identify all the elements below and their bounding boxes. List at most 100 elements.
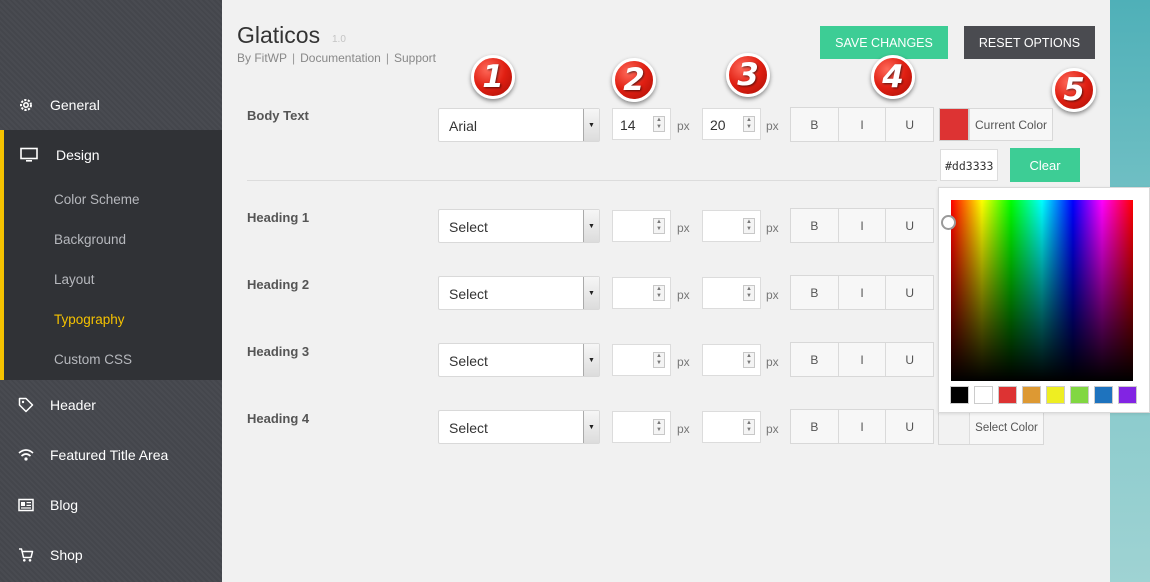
sidebar-item-header[interactable]: Header [0, 380, 222, 430]
line-height-input[interactable]: 20 ▲ ▼ [702, 108, 761, 140]
font-family-select[interactable]: Select ▼ [438, 209, 600, 243]
header-links: By FitWP | Documentation | Support [237, 51, 436, 65]
unit-label: px [677, 422, 690, 436]
bold-button[interactable]: B [791, 276, 839, 309]
font-family-value: Select [449, 353, 488, 369]
spinner-icon[interactable]: ▲ ▼ [653, 116, 665, 132]
hex-color-input[interactable]: #dd3333 [940, 149, 998, 181]
options-panel: Glaticos 1.0 By FitWP | Documentation | Supp… [222, 0, 1150, 582]
font-size-input[interactable]: ▲ ▼ [612, 411, 671, 443]
font-family-value: Select [449, 420, 488, 436]
row-label-heading-2: Heading 2 [247, 277, 310, 292]
callout-badge: 1 [471, 55, 515, 99]
row-label-heading-4: Heading 4 [247, 411, 310, 426]
spinner-icon[interactable]: ▲ ▼ [653, 352, 665, 368]
sidebar-item-general[interactable]: General [0, 80, 222, 130]
sidebar-subitem-custom-css[interactable]: Custom CSS [54, 352, 132, 367]
palette-swatch[interactable] [950, 386, 969, 404]
palette-swatch[interactable] [974, 386, 993, 404]
underline-button[interactable]: U [886, 108, 933, 141]
chevron-down-icon: ▼ [583, 210, 599, 242]
font-family-select[interactable]: Select ▼ [438, 343, 600, 377]
text-style-buttons: B I U [790, 342, 934, 377]
italic-button[interactable]: I [839, 276, 887, 309]
spinner-icon[interactable]: ▲ ▼ [743, 116, 755, 132]
underline-button[interactable]: U [886, 343, 933, 376]
chevron-down-icon: ▼ [583, 109, 599, 141]
palette-swatch[interactable] [1094, 386, 1113, 404]
sidebar-item-design[interactable]: Design [4, 130, 222, 180]
palette-swatch[interactable] [1070, 386, 1089, 404]
clear-color-button[interactable]: Clear [1010, 148, 1080, 182]
spinner-icon[interactable]: ▲ ▼ [743, 218, 755, 234]
font-size-input[interactable]: ▲ ▼ [612, 210, 671, 242]
unit-label: px [766, 119, 779, 133]
sidebar-item-shop[interactable]: Shop [0, 530, 222, 580]
underline-button[interactable]: U [886, 209, 933, 242]
line-height-input[interactable]: ▲ ▼ [702, 210, 761, 242]
italic-button[interactable]: I [839, 343, 887, 376]
font-size-input[interactable]: 14 ▲ ▼ [612, 108, 671, 140]
underline-button[interactable]: U [886, 410, 933, 443]
bold-button[interactable]: B [791, 410, 839, 443]
sidebar-subitem-color-scheme[interactable]: Color Scheme [54, 192, 140, 207]
unit-label: px [677, 221, 690, 235]
link-separator: | [292, 51, 296, 65]
text-style-buttons: B I U [790, 107, 934, 142]
line-height-input[interactable]: ▲ ▼ [702, 344, 761, 376]
spinner-icon[interactable]: ▲ ▼ [743, 419, 755, 435]
font-size-input[interactable]: ▲ ▼ [612, 277, 671, 309]
tag-icon [18, 397, 34, 413]
palette-swatch[interactable] [1118, 386, 1137, 404]
spinner-icon[interactable]: ▲ ▼ [653, 419, 665, 435]
monitor-icon [20, 147, 38, 163]
spinner-icon[interactable]: ▲ ▼ [653, 285, 665, 301]
color-spectrum[interactable] [951, 200, 1133, 381]
sidebar-item-blog[interactable]: Blog [0, 480, 222, 530]
current-color-button[interactable]: Current Color [969, 108, 1053, 141]
callout-badge: 4 [871, 55, 915, 99]
italic-button[interactable]: I [839, 108, 887, 141]
spinner-icon[interactable]: ▲ ▼ [653, 218, 665, 234]
sidebar-subitem-typography[interactable]: Typography [54, 312, 125, 327]
palette-swatch[interactable] [1022, 386, 1041, 404]
spinner-icon[interactable]: ▲ ▼ [743, 352, 755, 368]
unit-label: px [766, 221, 779, 235]
sidebar-item-featured-title-area[interactable]: Featured Title Area [0, 430, 222, 480]
support-link[interactable]: Support [394, 51, 436, 65]
sidebar: General Design Color Scheme Background L… [0, 0, 222, 582]
sidebar-subitem-background[interactable]: Background [54, 232, 126, 247]
font-size-input[interactable]: ▲ ▼ [612, 344, 671, 376]
sidebar-subitem-layout[interactable]: Layout [54, 272, 95, 287]
newspaper-icon [18, 497, 34, 513]
documentation-link[interactable]: Documentation [300, 51, 381, 65]
sidebar-item-label: Header [50, 397, 96, 413]
select-color-button[interactable]: Select Color [938, 410, 1044, 445]
bold-button[interactable]: B [791, 343, 839, 376]
line-height-input[interactable]: ▲ ▼ [702, 277, 761, 309]
font-family-value: Select [449, 286, 488, 302]
unit-label: px [766, 288, 779, 302]
bold-button[interactable]: B [791, 209, 839, 242]
palette-swatch[interactable] [998, 386, 1017, 404]
color-palette [950, 386, 1137, 404]
current-color-swatch[interactable] [939, 108, 969, 141]
italic-button[interactable]: I [839, 209, 887, 242]
color-picker-handle[interactable] [941, 215, 956, 230]
bold-button[interactable]: B [791, 108, 839, 141]
spinner-icon[interactable]: ▲ ▼ [743, 285, 755, 301]
italic-button[interactable]: I [839, 410, 887, 443]
font-family-select[interactable]: Select ▼ [438, 410, 600, 444]
palette-swatch[interactable] [1046, 386, 1065, 404]
sidebar-section-design: Design Color Scheme Background Layout Ty… [0, 130, 222, 380]
line-height-input[interactable]: ▲ ▼ [702, 411, 761, 443]
save-changes-button[interactable]: SAVE CHANGES [820, 26, 948, 59]
unit-label: px [677, 288, 690, 302]
font-size-value: 14 [620, 117, 636, 133]
font-family-select[interactable]: Arial ▼ [438, 108, 600, 142]
chevron-down-icon: ▼ [583, 344, 599, 376]
reset-options-button[interactable]: RESET OPTIONS [964, 26, 1095, 59]
font-family-select[interactable]: Select ▼ [438, 276, 600, 310]
unit-label: px [677, 355, 690, 369]
underline-button[interactable]: U [886, 276, 933, 309]
